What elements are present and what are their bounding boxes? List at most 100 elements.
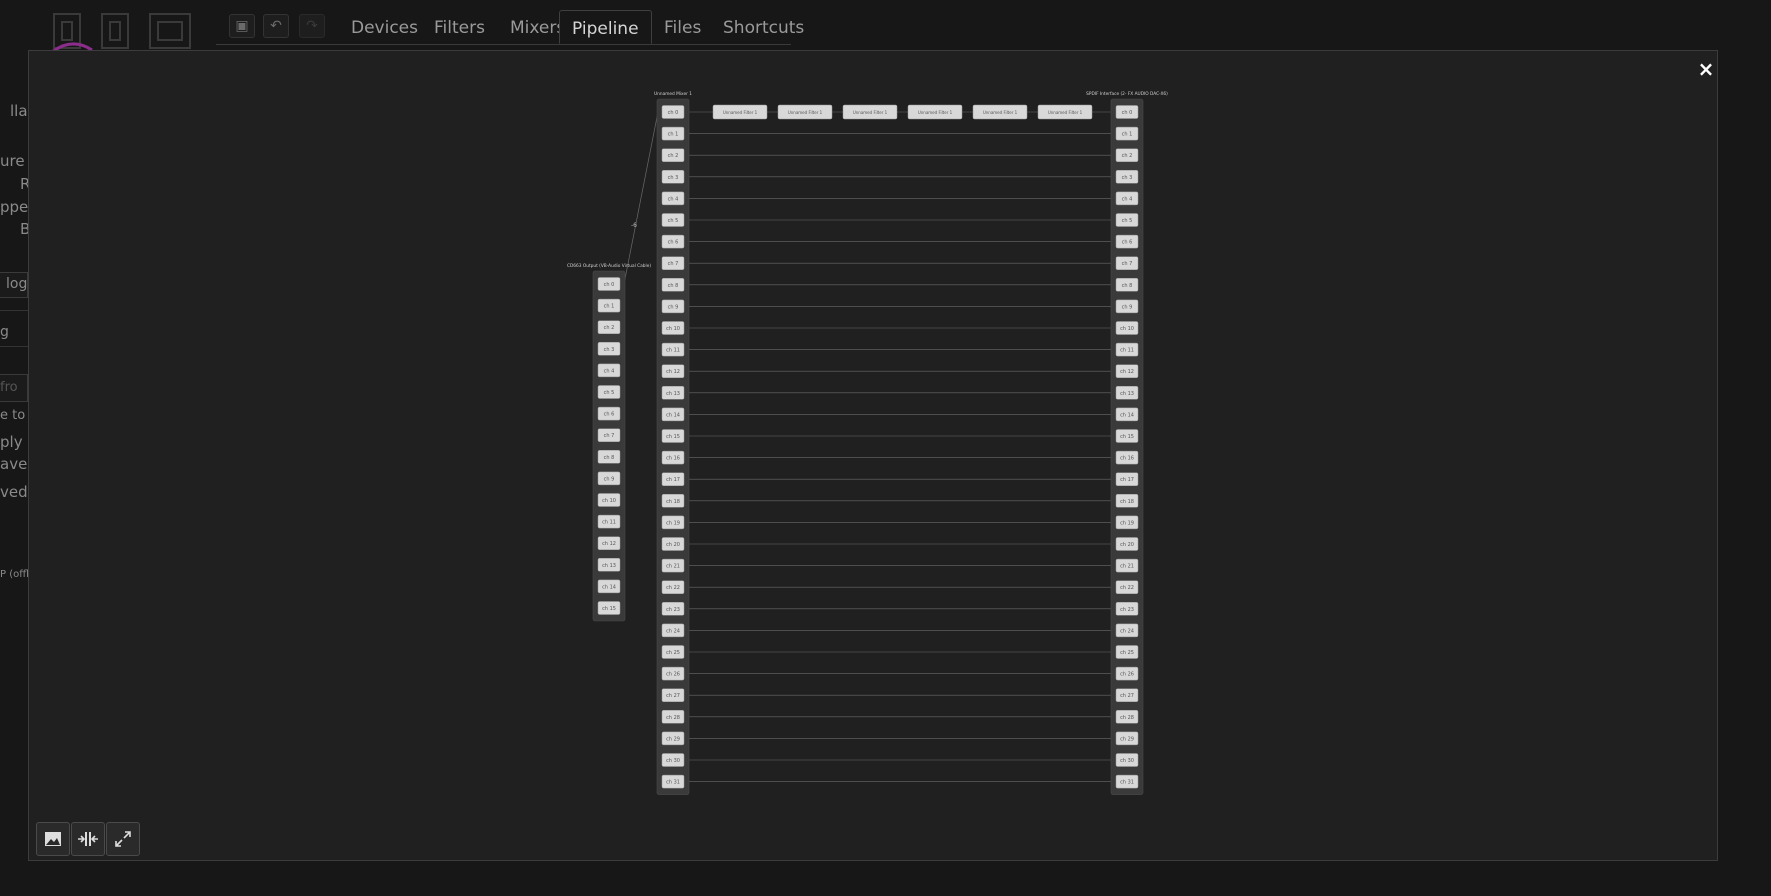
playback-channel-label: ch 12: [1120, 369, 1134, 375]
mixer-channel-label: ch 6: [668, 240, 679, 246]
capture-channel-label: ch 0: [604, 282, 615, 288]
connection-line: [623, 111, 659, 285]
playback-channel-label: ch 8: [1122, 283, 1133, 289]
mixer-channel-label: ch 20: [666, 542, 680, 548]
tab-devices[interactable]: Devices: [339, 10, 430, 44]
filter-label: Unnamed Filter 1: [788, 110, 823, 115]
app-logo: [52, 13, 191, 52]
capture-channel-label: ch 11: [602, 520, 616, 526]
playback-channel-label: ch 1: [1122, 132, 1133, 138]
playback-channel-label: ch 10: [1120, 326, 1134, 332]
mixer-channel-label: ch 26: [666, 672, 680, 678]
playback-channel-label: ch 6: [1122, 240, 1133, 246]
mixer-channel-label: ch 29: [666, 736, 680, 742]
capture-channel-label: ch 10: [602, 498, 616, 504]
background-text: fro: [0, 380, 18, 395]
background-text: ave: [0, 455, 28, 473]
background-text: ved: [0, 483, 28, 501]
playback-channel-label: ch 28: [1120, 715, 1134, 721]
capture-channel-label: ch 9: [604, 476, 615, 482]
compact-layout-button[interactable]: [71, 822, 105, 856]
capture-channel-label: ch 8: [604, 455, 615, 461]
background-text: log: [6, 276, 28, 292]
mixer-channel-label: ch 0: [668, 110, 679, 116]
mixer-channel-label: ch 1: [668, 132, 679, 138]
compact-layout-icon: [78, 832, 98, 846]
playback-channel-label: ch 27: [1120, 693, 1134, 699]
playback-channel-label: ch 23: [1120, 607, 1134, 613]
playback-channel-label: ch 4: [1122, 196, 1133, 202]
playback-channel-label: ch 22: [1120, 585, 1134, 591]
mixer-channel-label: ch 9: [668, 304, 679, 310]
capture-channel-label: ch 6: [604, 412, 615, 418]
mixer-channel-label: ch 10: [666, 326, 680, 332]
mixer-channel-label: ch 12: [666, 369, 680, 375]
background-divider: [0, 310, 28, 311]
mixer-channel-label: ch 15: [666, 434, 680, 440]
pipeline-graph: -6 Unnamed Mixer 1 CD663 Output (VB-Audio …: [567, 91, 1168, 795]
mixer-channel-label: ch 31: [666, 780, 680, 786]
playback-channel-label: ch 29: [1120, 736, 1134, 742]
playback-channel-label: ch 9: [1122, 304, 1133, 310]
background-divider: [0, 346, 28, 347]
playback-channel-label: ch 19: [1120, 520, 1134, 526]
mixer-channel-label: ch 4: [668, 196, 679, 202]
playback-channel-label: ch 24: [1120, 628, 1134, 634]
image-export-icon: [45, 832, 61, 846]
mixer-channel-label: ch 2: [668, 153, 679, 159]
background-text: g: [0, 324, 9, 340]
pipeline-modal: -6 Unnamed Mixer 1 CD663 Output (VB-Audio …: [28, 50, 1718, 861]
mixer-channel-label: ch 18: [666, 499, 680, 505]
mixer-channel-label: ch 13: [666, 391, 680, 397]
capture-channel-label: ch 7: [604, 433, 615, 439]
playback-channel-label: ch 5: [1122, 218, 1133, 224]
close-button[interactable]: ×: [1693, 56, 1719, 82]
tab-files[interactable]: Files: [652, 10, 713, 44]
mixer-channel-label: ch 7: [668, 261, 679, 267]
mixer-channel-label: ch 5: [668, 218, 679, 224]
background-text: ppe: [0, 198, 29, 216]
mixer-channel-label: ch 25: [666, 650, 680, 656]
playback-channel-label: ch 0: [1122, 110, 1133, 116]
mixer-channel-label: ch 19: [666, 520, 680, 526]
playback-channel-label: ch 14: [1120, 412, 1134, 418]
playback-channel-label: ch 11: [1120, 348, 1134, 354]
mixer-channel-label: ch 24: [666, 628, 680, 634]
capture-channel-label: ch 5: [604, 390, 615, 396]
mixer-channel-label: ch 8: [668, 283, 679, 289]
background-text: e to: [0, 408, 26, 423]
mixer-channel-label: ch 21: [666, 564, 680, 570]
filter-label: Unnamed Filter 1: [918, 110, 953, 115]
export-image-button[interactable]: [36, 822, 70, 856]
capture-channel-label: ch 1: [604, 304, 615, 310]
capture-channel-label: ch 12: [602, 541, 616, 547]
playback-channel-label: ch 26: [1120, 672, 1134, 678]
playback-channel-label: ch 31: [1120, 780, 1134, 786]
capture-device-title: CD663 Output (VB-Audio Virtual Cable): [567, 263, 651, 269]
capture-channel-label: ch 13: [602, 563, 616, 569]
tab-shortcuts[interactable]: Shortcuts: [711, 10, 816, 44]
mixer-channel-label: ch 30: [666, 758, 680, 764]
playback-channel-label: ch 15: [1120, 434, 1134, 440]
capture-channel-label: ch 2: [604, 325, 615, 331]
filter-label: Unnamed Filter 1: [1048, 110, 1083, 115]
filter-label: Unnamed Filter 1: [853, 110, 888, 115]
mixer-channel-label: ch 28: [666, 715, 680, 721]
filter-label: Unnamed Filter 1: [723, 110, 758, 115]
playback-channel-label: ch 17: [1120, 477, 1134, 483]
capture-channel-label: ch 4: [604, 368, 615, 374]
mixer-channel-label: ch 16: [666, 456, 680, 462]
playback-channel-label: ch 25: [1120, 650, 1134, 656]
playback-channel-label: ch 3: [1122, 175, 1133, 181]
tab-pipeline[interactable]: Pipeline: [559, 10, 652, 44]
capture-channel-label: ch 14: [602, 584, 616, 590]
mixer-title: Unnamed Mixer 1: [654, 91, 692, 97]
capture-channel-label: ch 3: [604, 347, 615, 353]
main-tabs: Devices Filters Mixers Pipeline Files Sh…: [216, 10, 804, 45]
mixer-channel-label: ch 3: [668, 175, 679, 181]
playback-channel-label: ch 16: [1120, 456, 1134, 462]
playback-channel-label: ch 18: [1120, 499, 1134, 505]
fullscreen-button[interactable]: [106, 822, 140, 856]
playback-channel-label: ch 21: [1120, 564, 1134, 570]
tab-filters[interactable]: Filters: [422, 10, 497, 44]
